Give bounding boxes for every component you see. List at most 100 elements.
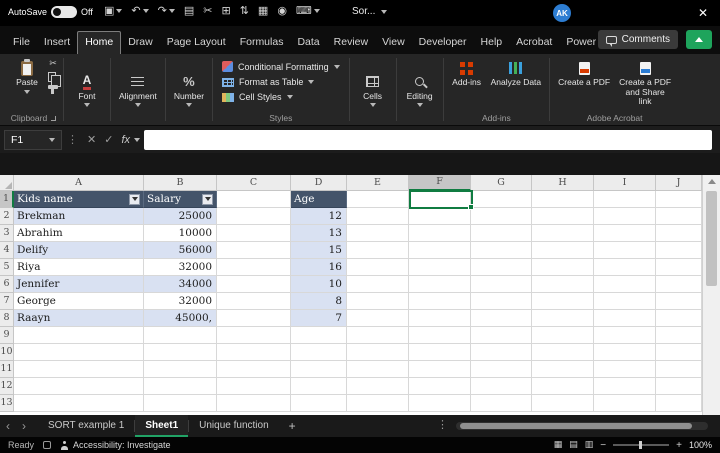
cell-C5[interactable] [217,259,291,276]
autosave-control[interactable]: AutoSave Off [8,6,93,18]
cell-J1[interactable] [656,191,702,208]
cell-H5[interactable] [532,259,594,276]
cell-E13[interactable] [347,395,409,412]
cell-E6[interactable] [347,276,409,293]
cell-G1[interactable] [471,191,532,208]
filter-dropdown-A[interactable] [129,194,140,205]
zoom-level[interactable]: 100% [689,440,712,450]
cell-E2[interactable] [347,208,409,225]
column-header-C[interactable]: C [217,175,291,191]
filter-dropdown-B[interactable] [202,194,213,205]
row-header-11[interactable]: 11 [0,361,14,378]
column-header-B[interactable]: B [144,175,217,191]
cell-I8[interactable] [594,310,656,327]
cell-J10[interactable] [656,344,702,361]
row-header-4[interactable]: 4 [0,242,14,259]
cell-A5[interactable]: Riya [14,259,144,276]
cell-B12[interactable] [144,378,217,395]
cell-C1[interactable] [217,191,291,208]
cell-F4[interactable] [409,242,471,259]
cell-E4[interactable] [347,242,409,259]
cell-A10[interactable] [14,344,144,361]
cell-I6[interactable] [594,276,656,293]
table-icon[interactable]: ▦ [254,3,272,19]
cell-E12[interactable] [347,378,409,395]
cell-F3[interactable] [409,225,471,242]
cell-F10[interactable] [409,344,471,361]
column-header-F[interactable]: F [409,175,471,191]
cell-C13[interactable] [217,395,291,412]
close-button[interactable]: ✕ [686,0,720,26]
save-icon[interactable]: ▣ [100,3,126,19]
row-header-8[interactable]: 8 [0,310,14,327]
ribbon-tab-data[interactable]: Data [290,32,326,54]
create-pdf-button[interactable]: Create a PDF [555,57,613,91]
cell-G10[interactable] [471,344,532,361]
normal-view-button[interactable] [554,440,563,450]
cell-B1[interactable]: Salary [144,191,217,208]
editing-button[interactable]: Editing [402,71,438,111]
cell-F5[interactable] [409,259,471,276]
cell-G9[interactable] [471,327,532,344]
ribbon-tab-draw[interactable]: Draw [121,32,160,54]
cell-G12[interactable] [471,378,532,395]
cell-B3[interactable]: 10000 [144,225,217,242]
column-header-I[interactable]: I [594,175,656,191]
row-header-1[interactable]: 1 [0,191,14,208]
cell-F11[interactable] [409,361,471,378]
horizontal-scrollbar-thumb[interactable] [460,423,692,429]
sheet-nav-left-button[interactable]: ‹ [0,416,16,436]
row-header-13[interactable]: 13 [0,395,14,412]
cell-D2[interactable]: 12 [291,208,347,225]
row-header-7[interactable]: 7 [0,293,14,310]
ribbon-tab-acrobat[interactable]: Acrobat [509,32,559,54]
cell-E9[interactable] [347,327,409,344]
cell-J5[interactable] [656,259,702,276]
analyze-data-button[interactable]: Analyze Data [488,57,545,91]
accessibility-button[interactable]: Accessibility: Investigate [60,440,171,450]
cell-I12[interactable] [594,378,656,395]
formula-input[interactable] [144,130,712,150]
cell-D3[interactable]: 13 [291,225,347,242]
cell-I11[interactable] [594,361,656,378]
autosave-toggle[interactable] [51,6,77,18]
format-as-table-button[interactable]: Format as Table [218,75,344,89]
cell-J7[interactable] [656,293,702,310]
row-header-9[interactable]: 9 [0,327,14,344]
alignment-button[interactable]: Alignment [116,71,160,111]
cell-A11[interactable] [14,361,144,378]
cell-G6[interactable] [471,276,532,293]
cells-button[interactable]: Cells [355,71,391,111]
cell-J9[interactable] [656,327,702,344]
cell-A8[interactable]: Raayn [14,310,144,327]
undo-icon[interactable]: ↶ [127,3,152,19]
cell-J6[interactable] [656,276,702,293]
ribbon-tab-home[interactable]: Home [77,31,121,54]
column-header-D[interactable]: D [291,175,347,191]
number-button[interactable]: Number [171,71,207,111]
cell-D1[interactable]: Age [291,191,347,208]
cell-D13[interactable] [291,395,347,412]
cell-I1[interactable] [594,191,656,208]
cell-D11[interactable] [291,361,347,378]
cell-F6[interactable] [409,276,471,293]
cell-I7[interactable] [594,293,656,310]
macro-record-icon[interactable] [43,441,51,449]
cell-G13[interactable] [471,395,532,412]
cell-E11[interactable] [347,361,409,378]
sheet-tab-unique-function[interactable]: Unique function [189,415,279,437]
create-pdf-share-button[interactable]: Create a PDF and Share link [616,57,674,110]
copy-icon[interactable] [48,72,56,82]
cell-I5[interactable] [594,259,656,276]
cell-B6[interactable]: 34000 [144,276,217,293]
column-header-E[interactable]: E [347,175,409,191]
cell-G8[interactable] [471,310,532,327]
dialog-launcher-icon[interactable] [51,116,56,121]
cell-G7[interactable] [471,293,532,310]
redo-icon[interactable]: ↷ [154,3,179,19]
row-header-2[interactable]: 2 [0,208,14,225]
more-sheets-icon[interactable] [437,418,448,431]
page-layout-view-button[interactable] [569,440,578,450]
cell-H1[interactable] [532,191,594,208]
cell-B5[interactable]: 32000 [144,259,217,276]
